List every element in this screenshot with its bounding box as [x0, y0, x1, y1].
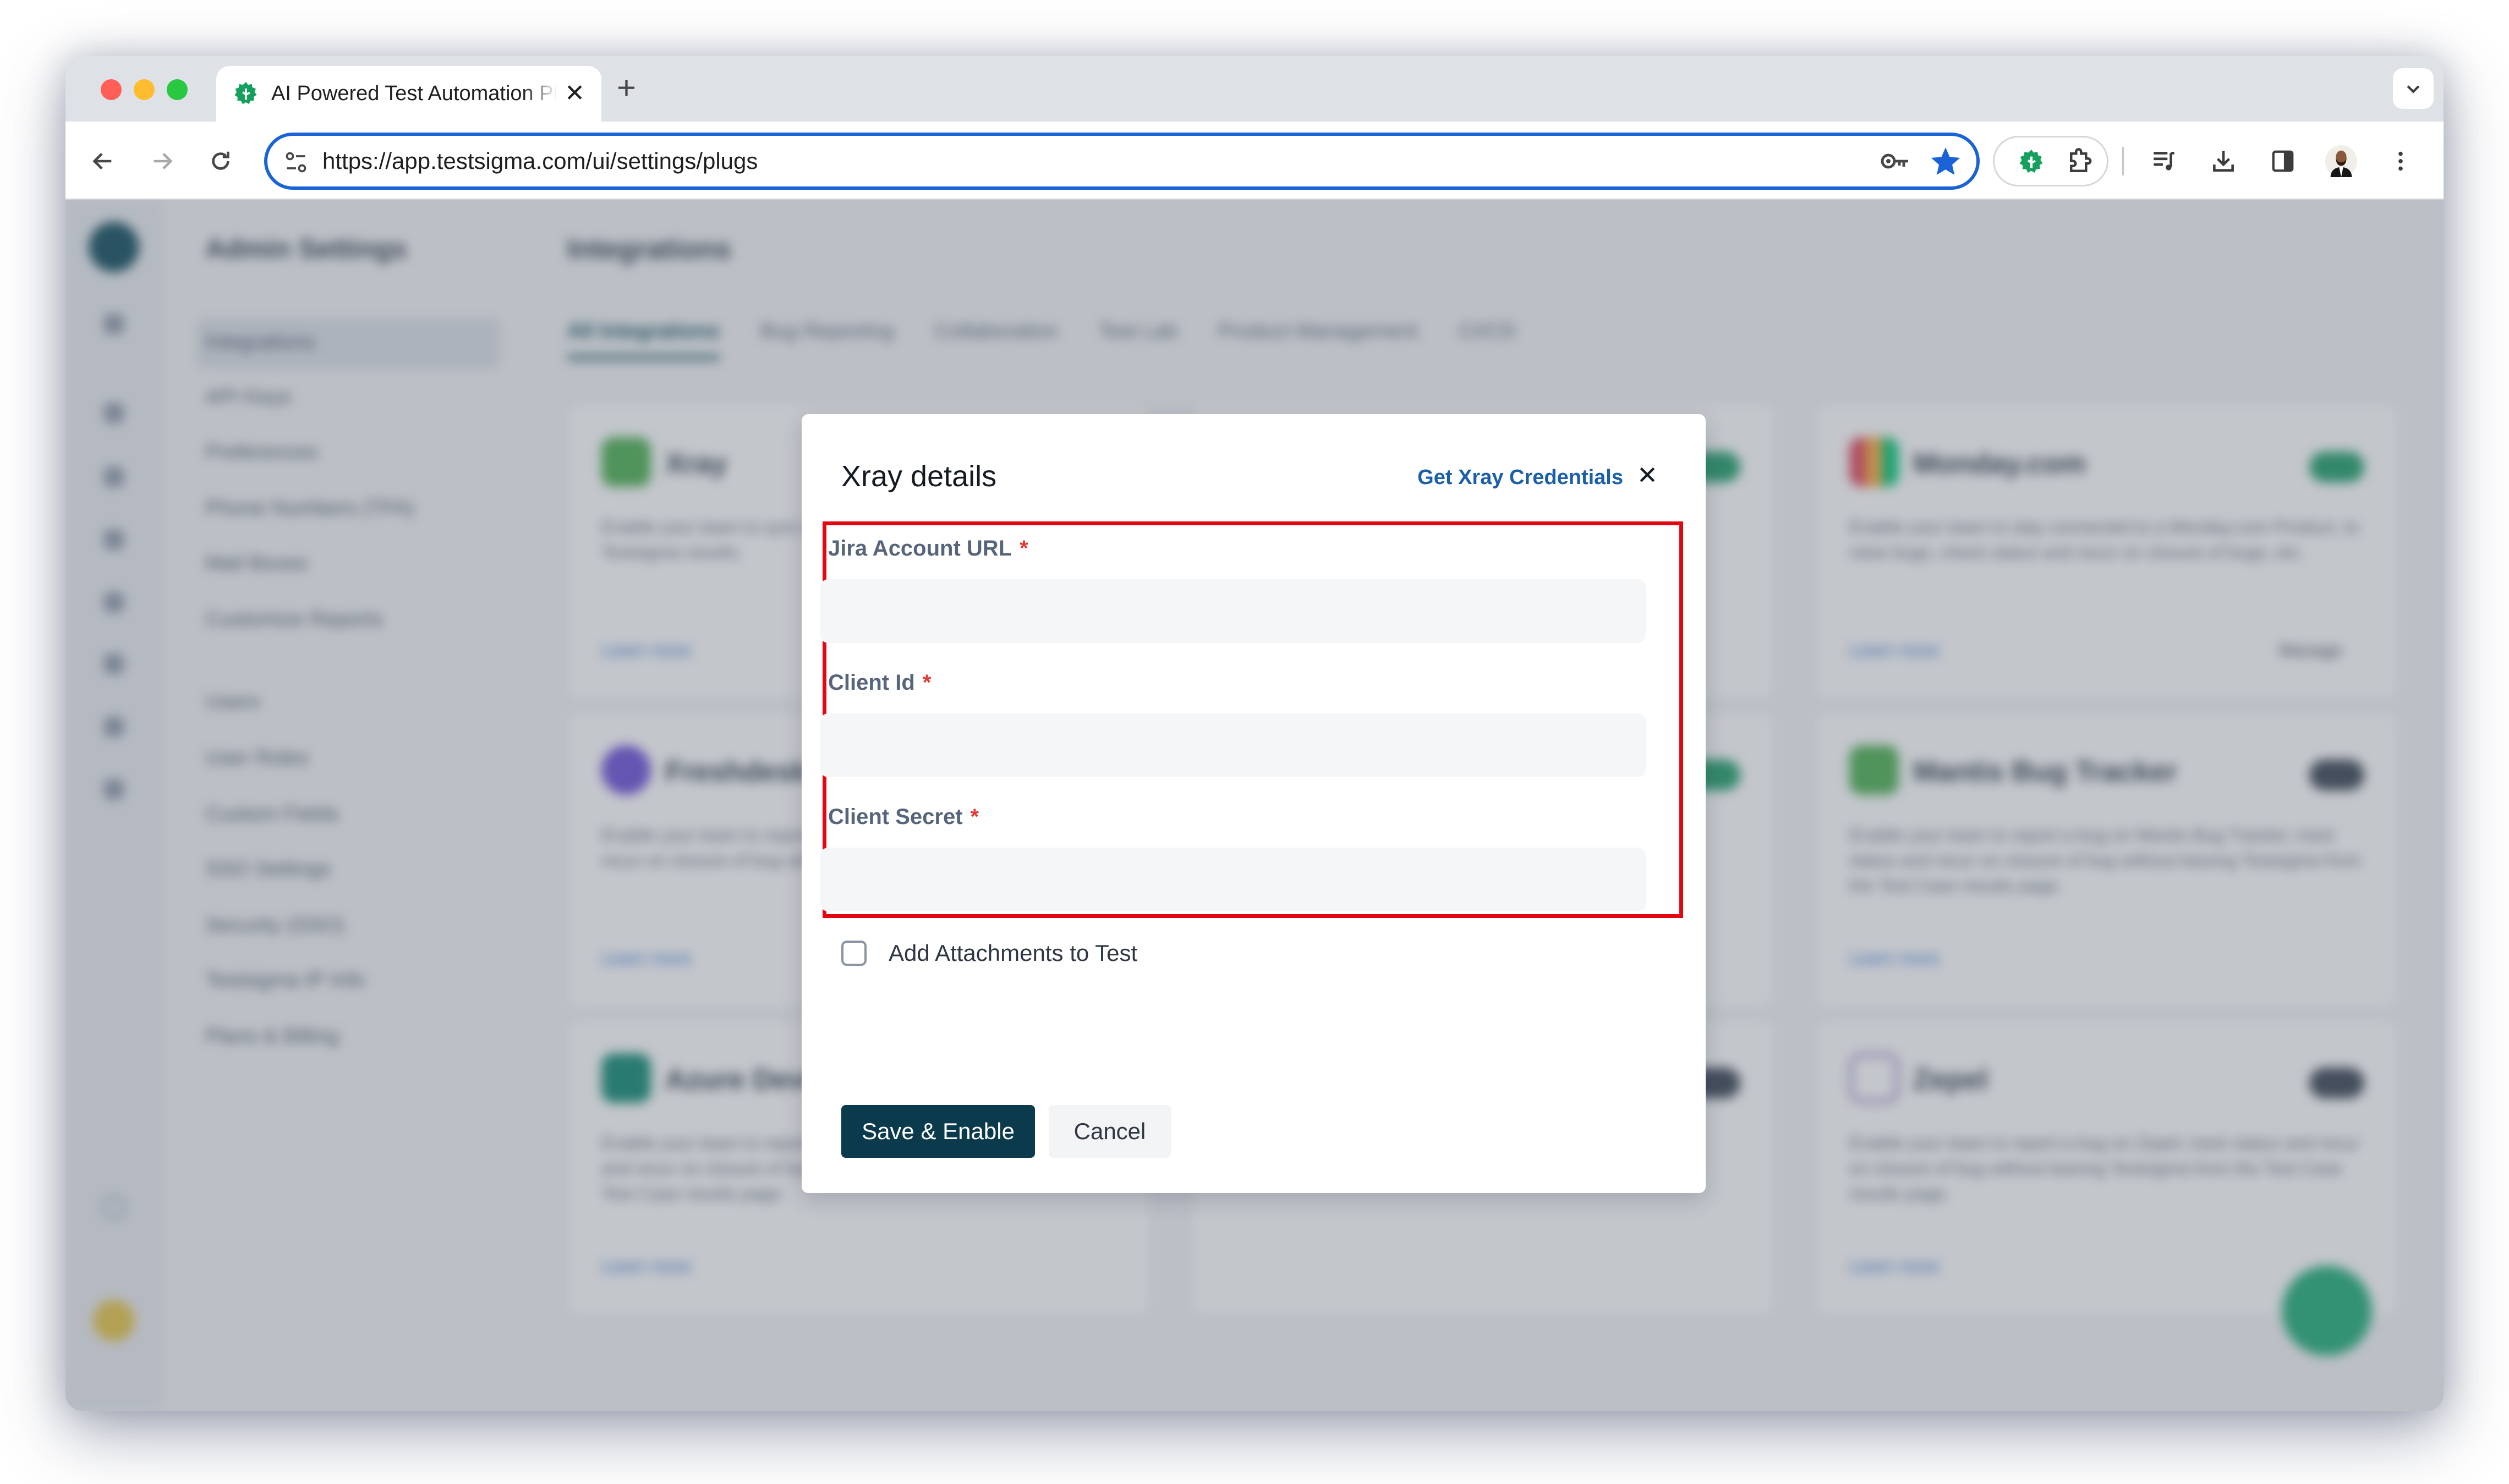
- field-label-text: Client Secret: [828, 805, 963, 829]
- tab-search-button[interactable]: [2393, 68, 2434, 109]
- media-controls-icon: [2154, 152, 2174, 171]
- page-content: Admin Settings Integrations API Keys Pre…: [65, 200, 2444, 1411]
- profile-avatar-icon: [2325, 145, 2357, 177]
- minimize-window-button[interactable]: [134, 79, 155, 100]
- add-attachments-option[interactable]: Add Attachments to Test: [841, 940, 1137, 966]
- forward-button[interactable]: [145, 144, 180, 179]
- tab-close-icon[interactable]: ✕: [565, 79, 585, 108]
- testsigma-gear-icon: [234, 81, 257, 104]
- site-settings-icon[interactable]: [284, 150, 308, 174]
- close-window-button[interactable]: [101, 79, 122, 100]
- url-text[interactable]: https://app.testsigma.com/ui/settings/pl…: [322, 147, 758, 175]
- required-marker: *: [922, 670, 932, 695]
- browser-toolbar: https://app.testsigma.com/ui/settings/pl…: [65, 122, 2444, 200]
- reload-icon: [212, 151, 229, 170]
- tab-strip: AI Powered Test Automation Platform ✕ +: [65, 56, 2444, 122]
- back-button[interactable]: [85, 144, 120, 179]
- side-panel-icon: [2272, 150, 2294, 172]
- close-dialog-button[interactable]: [1632, 459, 1663, 490]
- cancel-button[interactable]: Cancel: [1049, 1105, 1171, 1158]
- chevron-down-icon: [2407, 85, 2420, 94]
- jira-url-label: Jira Account URL *: [828, 536, 1028, 561]
- client-id-label: Client Id *: [828, 670, 931, 695]
- password-key-icon[interactable]: [1880, 148, 1910, 174]
- browser-tab[interactable]: AI Powered Test Automation Platform ✕: [216, 66, 601, 122]
- testsigma-extension-icon[interactable]: [2018, 149, 2045, 176]
- extensions-puzzle-icon[interactable]: [2065, 147, 2095, 177]
- more-menu-button[interactable]: [2383, 144, 2418, 179]
- get-xray-credentials-link[interactable]: Get Xray Credentials: [1417, 466, 1623, 490]
- new-tab-button[interactable]: +: [617, 70, 636, 106]
- add-attachments-checkbox[interactable]: [841, 941, 867, 966]
- field-label-text: Jira Account URL: [828, 536, 1012, 560]
- toolbar-divider: [2122, 147, 2124, 175]
- downloads-button[interactable]: [2206, 144, 2241, 179]
- close-x-icon: [1640, 467, 1655, 482]
- client-secret-label: Client Secret *: [828, 805, 979, 829]
- bookmark-star-icon[interactable]: [1929, 145, 1962, 178]
- back-arrow-icon: [92, 152, 112, 170]
- side-panel-button[interactable]: [2265, 144, 2300, 179]
- downloads-icon: [2213, 151, 2234, 172]
- reload-button[interactable]: [203, 144, 238, 179]
- save-and-enable-button[interactable]: Save & Enable: [841, 1105, 1035, 1158]
- required-marker: *: [970, 805, 979, 829]
- jira-account-url-input[interactable]: [820, 579, 1646, 643]
- more-menu-icon: [2398, 151, 2403, 171]
- media-controls-button[interactable]: [2146, 144, 2182, 179]
- client-secret-input[interactable]: [820, 848, 1646, 911]
- dialog-title: Xray details: [841, 460, 997, 493]
- field-label-text: Client Id: [828, 670, 915, 695]
- address-bar[interactable]: https://app.testsigma.com/ui/settings/pl…: [264, 133, 1980, 190]
- extensions-group: [1993, 136, 2108, 186]
- xray-details-dialog: Xray details Get Xray Credentials Jira A…: [802, 414, 1706, 1193]
- forward-arrow-icon: [154, 152, 173, 170]
- maximize-window-button[interactable]: [167, 79, 188, 100]
- tab-title: AI Powered Test Automation Platform: [271, 82, 557, 105]
- add-attachments-label: Add Attachments to Test: [889, 940, 1138, 966]
- browser-window: AI Powered Test Automation Platform ✕ + …: [65, 56, 2444, 1411]
- required-marker: *: [1020, 536, 1028, 560]
- client-id-input[interactable]: [820, 713, 1646, 777]
- profile-avatar[interactable]: [2324, 144, 2359, 179]
